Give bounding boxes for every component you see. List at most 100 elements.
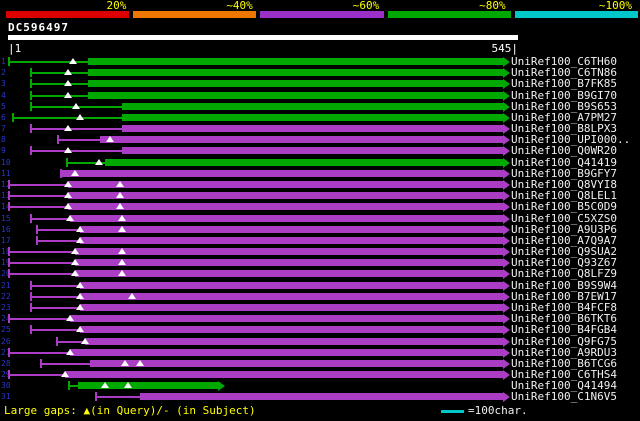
hit-label[interactable]: UniRef100_B5C0D9: [511, 201, 617, 212]
gap-marker-icon: [71, 248, 79, 254]
hit-bar[interactable]: [68, 181, 503, 188]
hit-number: 25: [1, 325, 11, 334]
hit-bar[interactable]: [78, 382, 218, 389]
hit-row: 3 UniRef100_B7FK85: [0, 78, 640, 89]
gap-marker-icon: [64, 181, 72, 187]
hit-number: 16: [1, 225, 11, 234]
hit-bar[interactable]: [88, 92, 503, 99]
hit-arrow-icon: [503, 235, 510, 246]
hit-rows: 1 UniRef100_C6TH60 2 UniRef100_C6TN86 3 UniRe…: [0, 56, 640, 406]
hit-arrow-icon: [503, 268, 510, 279]
hit-arrow-icon: [503, 78, 510, 89]
hit-arrow-icon: [503, 336, 510, 347]
query-name: DC596497: [8, 21, 69, 34]
hit-arrow-icon: [218, 380, 225, 391]
hit-bar[interactable]: [122, 125, 503, 132]
hit-bar[interactable]: [88, 58, 503, 65]
hit-row: 9 UniRef100_Q0WR20: [0, 145, 640, 156]
hit-arrow-icon: [503, 224, 510, 235]
hit-bar[interactable]: [85, 338, 503, 345]
hit-bar[interactable]: [80, 304, 503, 311]
hit-arrow-icon: [503, 201, 510, 212]
hit-bar[interactable]: [88, 80, 503, 87]
hit-bar[interactable]: [88, 69, 503, 76]
hit-number: 23: [1, 303, 11, 312]
hit-arrow-icon: [503, 280, 510, 291]
hit-label[interactable]: UniRef100_Q0WR20: [511, 145, 617, 156]
hit-thin-segment: [30, 150, 122, 152]
gap-marker-icon: [64, 203, 72, 209]
hit-bar[interactable]: [80, 282, 503, 289]
hit-label[interactable]: UniRef100_B7FK85: [511, 78, 617, 89]
hit-bar[interactable]: [140, 393, 503, 400]
scale-segment: [133, 11, 257, 18]
hit-bar[interactable]: [90, 360, 503, 367]
gap-marker-icon: [72, 103, 80, 109]
hit-row: 14 UniRef100_B5C0D9: [0, 201, 640, 212]
hit-number: 11: [1, 169, 11, 178]
hit-number: 1: [1, 57, 6, 66]
hit-bar[interactable]: [80, 237, 503, 244]
hit-bar[interactable]: [70, 349, 503, 356]
hit-thin-segment: [8, 195, 68, 197]
hit-arrow-icon: [503, 391, 510, 402]
gap-marker-icon: [64, 147, 72, 153]
hit-bar[interactable]: [80, 293, 503, 300]
query-start-coordinate: |1: [8, 42, 22, 55]
hit-number: 22: [1, 292, 11, 301]
hit-number: 7: [1, 124, 6, 133]
hit-arrow-icon: [503, 324, 510, 335]
gap-marker-icon: [64, 80, 72, 86]
gap-marker-icon: [116, 192, 124, 198]
gap-marker-icon: [64, 192, 72, 198]
hit-arrow-icon: [503, 56, 510, 67]
hit-arrow-icon: [503, 168, 510, 179]
hit-bar[interactable]: [70, 215, 503, 222]
gap-marker-icon: [61, 371, 69, 377]
hit-bar[interactable]: [68, 203, 503, 210]
hit-thin-segment: [30, 307, 80, 309]
hit-thin-segment: [68, 385, 78, 387]
hit-label[interactable]: UniRef100_C1N6V5: [511, 391, 617, 402]
hit-row: 25 UniRef100_B4FGB4: [0, 324, 640, 335]
hit-bar[interactable]: [80, 326, 503, 333]
hit-bar[interactable]: [100, 136, 503, 143]
gap-marker-icon: [116, 203, 124, 209]
hit-arrow-icon: [503, 112, 510, 123]
hit-number: 2: [1, 68, 6, 77]
hit-bar[interactable]: [122, 147, 503, 154]
scale-label: 20%: [106, 0, 127, 12]
hit-bar[interactable]: [75, 248, 503, 255]
gap-marker-icon: [76, 282, 84, 288]
hit-bar[interactable]: [122, 114, 503, 121]
large-gaps-legend: Large gaps: ▲(in Query)/- (in Subject): [4, 404, 256, 417]
gap-marker-icon: [66, 315, 74, 321]
gap-marker-icon: [76, 304, 84, 310]
hit-label[interactable]: UniRef100_B4FGB4: [511, 324, 617, 335]
hit-thin-segment: [12, 117, 122, 119]
hit-bar[interactable]: [105, 159, 503, 166]
scale-segment: [260, 11, 384, 18]
hit-number: 10: [1, 158, 11, 167]
hit-bar[interactable]: [62, 170, 503, 177]
hit-thin-segment: [30, 83, 88, 85]
gap-marker-icon: [64, 69, 72, 75]
hit-arrow-icon: [503, 313, 510, 324]
hit-thin-segment: [30, 285, 80, 287]
hit-arrow-icon: [503, 369, 510, 380]
hit-bar[interactable]: [65, 371, 503, 378]
hit-number: 26: [1, 337, 11, 346]
hit-bar[interactable]: [80, 226, 503, 233]
blast-graphic-overview: 20% ~40% ~60% ~80% ~100% DC596497 |1 545| 1 U…: [0, 0, 640, 421]
hit-bar[interactable]: [75, 259, 503, 266]
hit-bar[interactable]: [68, 192, 503, 199]
hit-number: 5: [1, 102, 6, 111]
hit-label[interactable]: UniRef100_Q8LFZ9: [511, 268, 617, 279]
scale-unit-line: [441, 410, 464, 413]
scale-label: ~80%: [479, 0, 506, 12]
gap-marker-icon: [69, 58, 77, 64]
hit-thin-segment: [8, 184, 68, 186]
hit-bar[interactable]: [75, 270, 503, 277]
hit-bar[interactable]: [122, 103, 503, 110]
hit-bar[interactable]: [70, 315, 503, 322]
